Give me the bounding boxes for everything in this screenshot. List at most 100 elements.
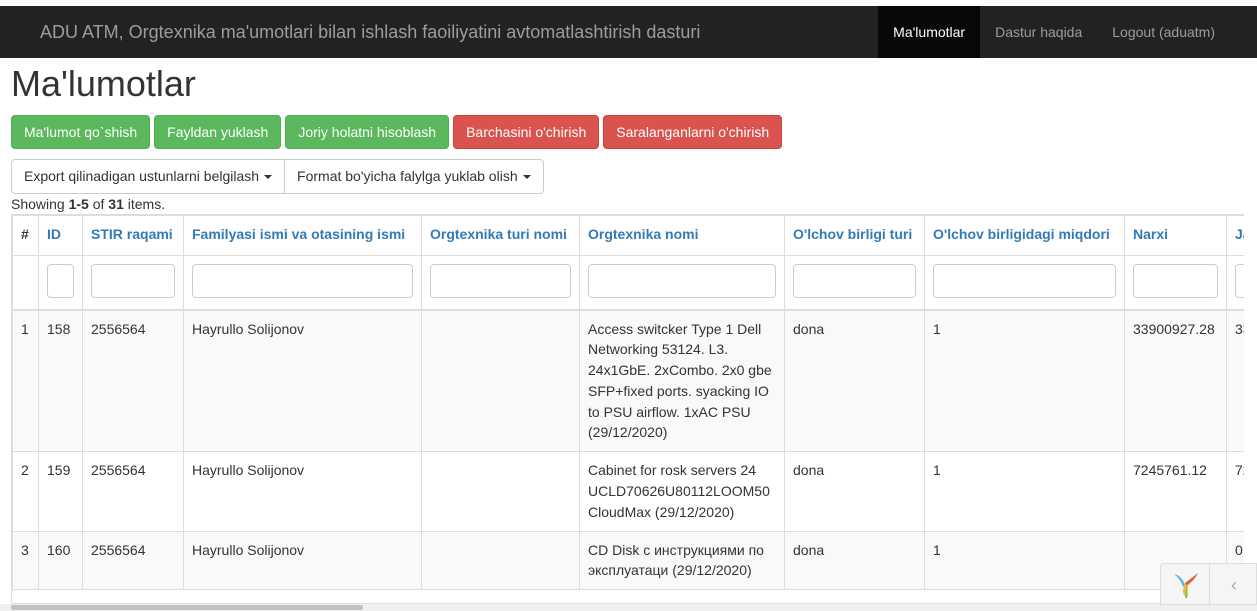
column-header-stir[interactable]: STIR raqami — [82, 215, 184, 256]
delete-selected-button[interactable]: Saralanganlarni o'chirish — [603, 115, 783, 149]
sort-link-fio[interactable]: Familyasi ismi va otasining ismi — [192, 226, 405, 242]
nav-item-malumotlar[interactable]: Ma'lumotlar — [878, 6, 981, 58]
export-format-label: Format bo'yicha falylga yuklab olish — [297, 168, 518, 184]
filter-cell-stir — [82, 255, 184, 311]
filter-cell-type — [421, 255, 580, 311]
horizontal-scrollbar[interactable] — [0, 604, 1257, 611]
filter-cell-num — [12, 255, 39, 311]
filter-cell-id — [38, 255, 83, 311]
cell-qty: 1 — [924, 530, 1125, 591]
cell-id: 160 — [38, 530, 83, 591]
sort-link-unit[interactable]: O'lchov birligi turi — [793, 226, 912, 242]
summary-suffix: items. — [123, 196, 166, 212]
column-header-fio[interactable]: Familyasi ismi va otasining ismi — [183, 215, 422, 256]
cell-type — [421, 451, 580, 532]
cell-fio: Hayrullo Solijonov — [183, 451, 422, 532]
export-format-dropdown[interactable]: Format bo'yicha falylga yuklab olish — [284, 159, 544, 194]
cell-unit: dona — [784, 530, 925, 591]
cell-stir: 2556564 — [82, 451, 184, 532]
filter-input-qty[interactable] — [933, 264, 1116, 298]
cell-extra: 72 — [1226, 451, 1244, 532]
filter-input-unit[interactable] — [793, 264, 916, 298]
filter-cell-qty — [924, 255, 1125, 311]
cell-fio: Hayrullo Solijonov — [183, 530, 422, 591]
cell-stir: 2556564 — [82, 308, 184, 453]
table-filter-row — [12, 255, 1244, 311]
summary-total: 31 — [108, 196, 124, 212]
filter-input-stir[interactable] — [91, 264, 175, 298]
cell-qty: 1 — [924, 308, 1125, 453]
navbar-menu: Ma'lumotlar Dastur haqida Logout (aduatm… — [878, 6, 1257, 58]
filter-cell-unit — [784, 255, 925, 311]
cell-name: CD Disk с инструкциями по эксплуатаци (2… — [579, 530, 785, 591]
upload-file-button[interactable]: Fayldan yuklash — [154, 115, 282, 149]
summary-of: of — [88, 196, 109, 212]
sort-link-type[interactable]: Orgtexnika turi nomi — [430, 226, 567, 242]
navbar-brand[interactable]: ADU ATM, Orgtexnika ma'umotlari bilan is… — [40, 6, 700, 58]
calculate-state-button[interactable]: Joriy holatni hisoblash — [285, 115, 450, 149]
grid-summary: Showing 1-5 of 31 items. — [11, 196, 165, 212]
top-navbar: ADU ATM, Orgtexnika ma'umotlari bilan is… — [0, 6, 1257, 58]
export-columns-dropdown[interactable]: Export qilinadigan ustunlarni belgilash — [11, 159, 286, 194]
sort-link-price[interactable]: Narxi — [1133, 226, 1168, 242]
nav-item-logout[interactable]: Logout (aduatm) — [1097, 6, 1257, 58]
cell-unit: dona — [784, 451, 925, 532]
filter-cell-extra — [1226, 255, 1244, 311]
cell-id: 158 — [38, 308, 83, 453]
cell-name: Cabinet for rosk servers 24 UCLD70626U80… — [579, 451, 785, 532]
yii-logo-icon[interactable] — [1170, 569, 1202, 601]
toolbar-divider — [1209, 564, 1210, 606]
cell-id: 159 — [38, 451, 83, 532]
caret-down-icon — [264, 175, 273, 180]
nav-item-dastur-haqida[interactable]: Dastur haqida — [980, 6, 1097, 58]
column-header-name[interactable]: Orgtexnika nomi — [579, 215, 785, 256]
column-header-num: # — [12, 215, 39, 256]
column-header-id[interactable]: ID — [38, 215, 83, 256]
filter-cell-fio — [183, 255, 422, 311]
sort-link-qty[interactable]: O'lchov birligidagi miqdori — [933, 226, 1110, 242]
sort-link-stir[interactable]: STIR raqami — [91, 226, 173, 242]
sort-link-extra[interactable]: Ja — [1235, 226, 1244, 242]
cell-qty: 1 — [924, 451, 1125, 532]
sort-link-name[interactable]: Orgtexnika nomi — [588, 226, 698, 242]
cell-price: 7245761.12 — [1124, 451, 1227, 532]
cell-num: 1 — [12, 308, 39, 453]
add-record-button[interactable]: Ma'lumot qo`shish — [11, 115, 151, 149]
filter-input-fio[interactable] — [192, 264, 413, 298]
action-buttons: Ma'lumot qo`shish Fayldan yuklash Joriy … — [11, 115, 783, 149]
column-header-unit[interactable]: O'lchov birligi turi — [784, 215, 925, 256]
delete-all-button[interactable]: Barchasini o'chirish — [453, 115, 600, 149]
filter-cell-name — [579, 255, 785, 311]
column-header-extra[interactable]: Ja — [1226, 215, 1244, 256]
cell-name: Access switcker Type 1 Dell Networking 5… — [579, 308, 785, 453]
filter-input-type[interactable] — [430, 264, 571, 298]
summary-prefix: Showing — [11, 196, 69, 212]
debug-toolbar: ‹ — [1160, 563, 1257, 606]
chevron-left-icon[interactable]: ‹ — [1221, 572, 1247, 598]
table-header-row: # ID STIR raqami Familyasi ismi va otasi… — [12, 215, 1244, 256]
data-grid: # ID STIR raqami Familyasi ismi va otasi… — [11, 214, 1244, 604]
column-header-qty[interactable]: O'lchov birligidagi miqdori — [924, 215, 1125, 256]
table-row: 1 158 2556564 Hayrullo Solijonov Access … — [12, 308, 1244, 453]
column-header-price[interactable]: Narxi — [1124, 215, 1227, 256]
table-row: 2 159 2556564 Hayrullo Solijonov Cabinet… — [12, 451, 1244, 532]
cell-unit: dona — [784, 308, 925, 453]
table-row: 3 160 2556564 Hayrullo Solijonov CD Disk… — [12, 530, 1244, 591]
export-button-group: Export qilinadigan ustunlarni belgilash … — [11, 159, 544, 194]
export-columns-label: Export qilinadigan ustunlarni belgilash — [24, 168, 260, 184]
cell-stir: 2556564 — [82, 530, 184, 591]
cell-extra: 33 — [1226, 308, 1244, 453]
filter-input-extra[interactable] — [1235, 264, 1244, 298]
caret-down-icon — [522, 175, 531, 180]
cell-price: 33900927.28 — [1124, 308, 1227, 453]
scrollbar-thumb[interactable] — [11, 605, 363, 610]
column-header-type[interactable]: Orgtexnika turi nomi — [421, 215, 580, 256]
cell-type — [421, 308, 580, 453]
data-table: # ID STIR raqami Familyasi ismi va otasi… — [12, 215, 1244, 591]
filter-input-name[interactable] — [588, 264, 776, 298]
filter-input-price[interactable] — [1133, 264, 1218, 298]
sort-link-id[interactable]: ID — [47, 226, 61, 242]
cell-num: 2 — [12, 451, 39, 532]
filter-input-id[interactable] — [47, 264, 74, 298]
cell-num: 3 — [12, 530, 39, 591]
